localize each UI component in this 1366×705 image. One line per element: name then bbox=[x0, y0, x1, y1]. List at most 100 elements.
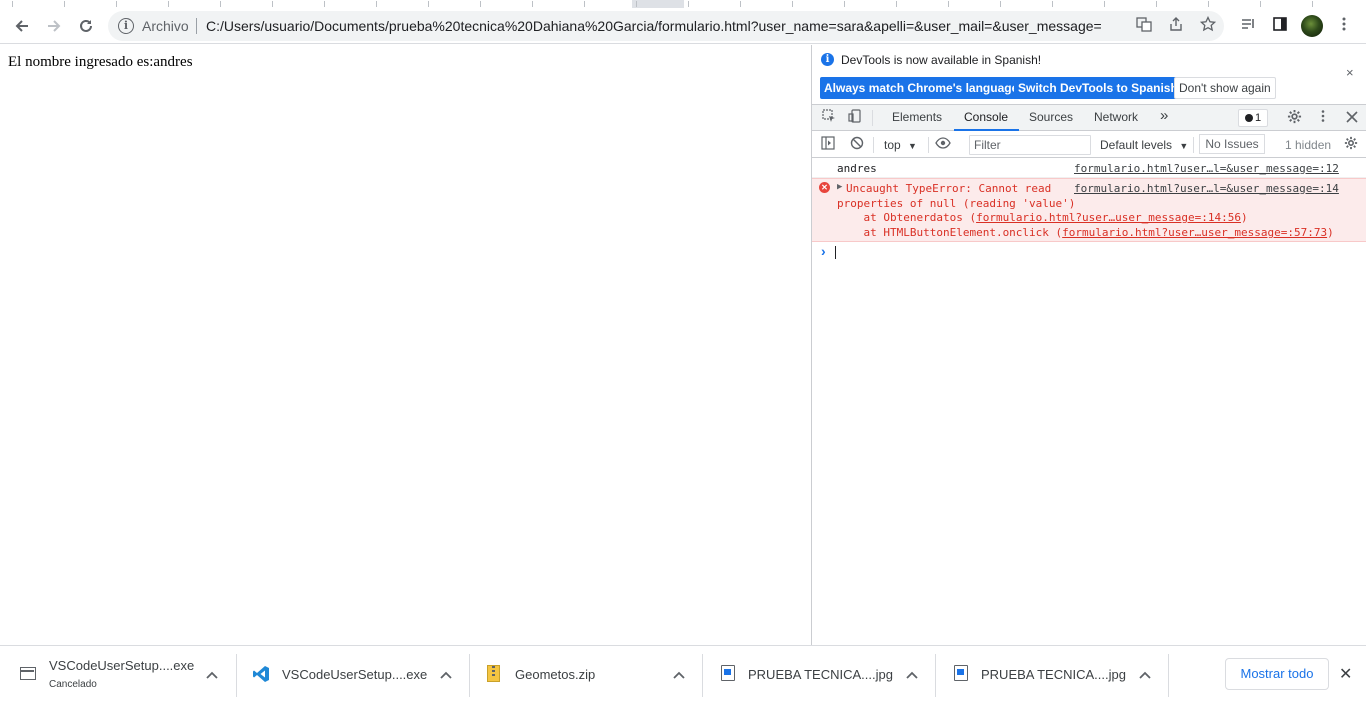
back-icon[interactable] bbox=[8, 12, 36, 40]
address-separator bbox=[196, 18, 197, 34]
download-item[interactable]: Geometos.zip bbox=[470, 646, 702, 705]
tab-divider bbox=[1104, 1, 1105, 7]
dont-show-again-button[interactable]: Don't show again bbox=[1174, 77, 1276, 99]
console-settings-icon[interactable] bbox=[1342, 136, 1360, 154]
profile-avatar[interactable] bbox=[1301, 15, 1323, 37]
context-value: top bbox=[884, 138, 901, 152]
tab-sources[interactable]: Sources bbox=[1029, 110, 1073, 124]
tab-elements[interactable]: Elements bbox=[892, 110, 942, 124]
side-panel-icon[interactable] bbox=[1270, 16, 1290, 36]
chevron-up-icon[interactable] bbox=[438, 667, 454, 683]
issues-count: 1 bbox=[1254, 112, 1262, 124]
tab-divider bbox=[220, 1, 221, 7]
device-toolbar-icon[interactable] bbox=[846, 109, 864, 127]
trace-link[interactable]: formulario.html?user…user_message=:14:56 bbox=[976, 211, 1241, 224]
reload-icon[interactable] bbox=[72, 12, 100, 40]
address-bar[interactable]: i Archivo C:/Users/usuario/Documents/pru… bbox=[108, 11, 1224, 41]
download-divider bbox=[1168, 654, 1169, 697]
no-issues-button[interactable]: No Issues bbox=[1199, 134, 1265, 154]
tab-divider bbox=[168, 1, 169, 7]
devtools-tab-bar: Elements Console Sources Network » 1 bbox=[812, 104, 1366, 131]
installer-icon bbox=[20, 667, 36, 680]
tab-network[interactable]: Network bbox=[1094, 110, 1138, 124]
trace-suffix: ) bbox=[1240, 211, 1248, 224]
chevron-up-icon[interactable] bbox=[1137, 667, 1153, 683]
context-selector[interactable]: top ▼ bbox=[884, 138, 917, 152]
close-devtools-icon[interactable] bbox=[1343, 109, 1361, 127]
image-file-icon bbox=[721, 665, 735, 681]
live-expression-eye-icon[interactable] bbox=[934, 136, 952, 154]
tab-divider bbox=[844, 1, 845, 7]
log-message-text: andres bbox=[837, 162, 877, 175]
devtools-panel: i DevTools is now available in Spanish! … bbox=[811, 45, 1366, 645]
tab-divider bbox=[116, 1, 117, 7]
page-viewport: El nombre ingresado es:andres bbox=[0, 45, 811, 645]
console-toolbar: top ▼ Default levels ▼ No Issues 1 hidde… bbox=[812, 132, 1366, 158]
settings-gear-icon[interactable] bbox=[1285, 109, 1303, 127]
download-item[interactable]: PRUEBA TECNICA....jpg bbox=[936, 646, 1168, 705]
close-downloads-bar-icon[interactable]: ✕ bbox=[1339, 664, 1352, 684]
tab-console[interactable]: Console bbox=[964, 110, 1008, 124]
reading-list-icon[interactable] bbox=[1238, 16, 1258, 36]
chevron-up-icon[interactable] bbox=[204, 667, 220, 683]
address-url[interactable]: C:/Users/usuario/Documents/prueba%20tecn… bbox=[206, 18, 1102, 34]
download-filename: Geometos.zip bbox=[515, 667, 596, 682]
devtools-menu-icon[interactable] bbox=[1314, 109, 1332, 127]
tab-divider bbox=[740, 1, 741, 7]
expand-triangle-icon[interactable]: ▶ bbox=[837, 182, 842, 192]
error-icon: ✕ bbox=[819, 182, 830, 193]
chevron-up-icon[interactable] bbox=[904, 667, 920, 683]
browser-toolbar: i Archivo C:/Users/usuario/Documents/pru… bbox=[0, 8, 1366, 44]
error-message-line2: properties of null (reading 'value') bbox=[837, 197, 1076, 210]
tab-divider bbox=[792, 1, 793, 7]
download-filename: VSCodeUserSetup....exe bbox=[49, 658, 195, 673]
download-item[interactable]: PRUEBA TECNICA....jpg bbox=[703, 646, 935, 705]
log-source-link[interactable]: formulario.html?user…l=&user_message=:12 bbox=[1074, 162, 1339, 175]
inspect-element-icon[interactable] bbox=[820, 109, 838, 127]
download-item[interactable]: VSCodeUserSetup....exe Cancelado bbox=[0, 646, 236, 705]
show-all-downloads-button[interactable]: Mostrar todo bbox=[1225, 658, 1329, 690]
active-tab-indicator bbox=[954, 129, 1019, 131]
trace-link[interactable]: formulario.html?user…user_message=:57:73 bbox=[1062, 226, 1327, 239]
issues-counter[interactable]: 1 bbox=[1238, 109, 1268, 127]
download-filename: PRUEBA TECNICA....jpg bbox=[748, 667, 893, 682]
console-filter-input[interactable] bbox=[970, 136, 1090, 154]
toolbar-divider bbox=[873, 137, 874, 153]
prompt-caret bbox=[835, 246, 836, 259]
devtools-language-infobar: i DevTools is now available in Spanish! … bbox=[812, 45, 1366, 103]
tab-divider bbox=[1208, 1, 1209, 7]
error-source-link[interactable]: formulario.html?user…l=&user_message=:14 bbox=[1074, 182, 1339, 195]
tab-edge[interactable] bbox=[684, 0, 1366, 8]
switch-devtools-spanish-button[interactable]: Switch DevTools to Spanish bbox=[1014, 77, 1182, 99]
download-item[interactable]: VSCodeUserSetup....exe bbox=[237, 646, 469, 705]
tab-divider bbox=[12, 1, 13, 7]
downloads-bar: VSCodeUserSetup....exe Cancelado VSCodeU… bbox=[0, 645, 1366, 704]
tab-divider bbox=[324, 1, 325, 7]
trace-prefix: at Obtenerdatos ( bbox=[837, 211, 977, 224]
translate-icon[interactable] bbox=[1134, 16, 1154, 36]
tab-divider bbox=[272, 1, 273, 7]
forward-icon[interactable] bbox=[40, 12, 68, 40]
tab-divider bbox=[1312, 1, 1313, 7]
tab-divider bbox=[1000, 1, 1001, 7]
bookmark-star-icon[interactable] bbox=[1198, 15, 1218, 36]
clear-console-icon[interactable] bbox=[848, 136, 866, 154]
infobar-close-button[interactable]: × bbox=[1346, 65, 1354, 80]
tab-divider bbox=[480, 1, 481, 7]
tab-divider bbox=[64, 1, 65, 7]
active-tab-edge[interactable] bbox=[0, 0, 632, 8]
console-prompt[interactable]: › bbox=[812, 243, 1366, 262]
tab-divider bbox=[1156, 1, 1157, 7]
site-info-icon[interactable]: i bbox=[118, 18, 134, 34]
show-sidebar-icon[interactable] bbox=[819, 136, 837, 154]
trace-suffix: ) bbox=[1327, 226, 1334, 239]
toolbar-divider bbox=[928, 137, 929, 153]
log-levels-dropdown[interactable]: Default levels ▼ bbox=[1100, 138, 1188, 152]
chevron-up-icon[interactable] bbox=[671, 667, 687, 683]
browser-menu-icon[interactable] bbox=[1334, 16, 1354, 36]
share-icon[interactable] bbox=[1166, 16, 1186, 36]
stack-trace-line-1: at Obtenerdatos (formulario.html?user…us… bbox=[837, 211, 1248, 224]
more-tabs-icon[interactable]: » bbox=[1160, 107, 1168, 124]
console-filter-box[interactable] bbox=[969, 135, 1091, 155]
always-match-language-button[interactable]: Always match Chrome's language bbox=[820, 77, 1023, 99]
